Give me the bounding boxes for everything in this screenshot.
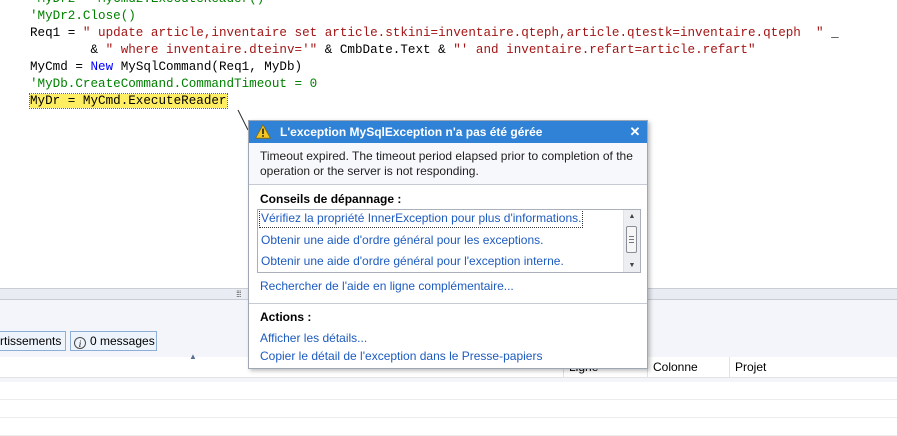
code-token: "' and inventaire.refart=article.refart": [453, 43, 756, 57]
code-token: 'MyDr2.Close(): [30, 9, 136, 23]
info-icon: i: [74, 337, 86, 349]
exception-assistant-popup: L'exception MySqlException n'a pas été g…: [248, 120, 648, 369]
code-line[interactable]: 'MyDr2.Close(): [30, 8, 136, 25]
code-line[interactable]: MyCmd = New MySqlCommand(Req1, MyDb): [30, 59, 302, 76]
exception-message: Timeout expired. The timeout period elap…: [249, 143, 647, 185]
column-header-column-label: Colonne: [653, 360, 698, 374]
code-token: " where inventaire.dteinv='": [105, 43, 318, 57]
scrollbar-thumb[interactable]: [626, 226, 637, 253]
warnings-filter-label: rtissements: [0, 334, 62, 348]
tip-link-general-help[interactable]: Obtenir une aide d'ordre général pour le…: [261, 231, 543, 249]
code-token: MyCmd =: [30, 60, 91, 74]
copy-exception-detail-link[interactable]: Copier le détail de l'exception dans le …: [260, 349, 542, 363]
messages-filter-label: 0 messages: [90, 334, 155, 348]
exception-title-bar: L'exception MySqlException n'a pas été g…: [249, 121, 647, 143]
troubleshooting-tips-list: Vérifiez la propriété InnerException pou…: [257, 209, 641, 273]
column-header-project[interactable]: Projet: [729, 357, 895, 377]
close-icon[interactable]: ✕: [628, 121, 642, 143]
code-token: 'MyDb.CreateCommand.CommandTimeout = 0: [30, 77, 318, 91]
scroll-up-icon[interactable]: ▲: [624, 210, 640, 223]
code-token: 'MyDr2 = MyCmd2.ExecuteReader(): [30, 0, 264, 6]
tip-link-inner-exception[interactable]: Vérifiez la propriété InnerException pou…: [258, 210, 584, 228]
highlighted-statement: MyDr = MyCmd.ExecuteReader: [29, 93, 228, 109]
tip-link-inner-exception-help[interactable]: Obtenir une aide d'ordre général pour l'…: [261, 252, 564, 270]
scroll-down-icon[interactable]: ▼: [624, 259, 640, 272]
current-statement-line[interactable]: MyDr = MyCmd.ExecuteReader: [29, 93, 228, 110]
code-token: MySqlCommand(Req1, MyDb): [113, 60, 303, 74]
code-token: New: [90, 60, 114, 74]
code-line[interactable]: 'MyDr2 = MyCmd2.ExecuteReader(): [30, 0, 264, 8]
actions-heading: Actions :: [260, 310, 312, 324]
messages-filter-button[interactable]: i 0 messages: [70, 331, 157, 351]
code-token: &: [30, 43, 106, 57]
warning-icon: [255, 124, 271, 139]
troubleshooting-tips-heading: Conseils de dépannage :: [260, 192, 402, 206]
code-token: " update article,inventaire set article.…: [82, 26, 824, 40]
splitter-grip-icon[interactable]: ⁞⁞⁞: [236, 290, 241, 299]
code-line[interactable]: & " where inventaire.dteinv='" & CmbDate…: [30, 42, 756, 59]
section-divider: [249, 303, 647, 304]
code-token: & CmbDate.Text &: [317, 43, 454, 57]
code-line[interactable]: 'MyDb.CreateCommand.CommandTimeout = 0: [30, 76, 317, 93]
column-header-column[interactable]: Colonne: [647, 357, 729, 377]
code-token: _: [823, 26, 839, 40]
exception-title: L'exception MySqlException n'a pas été g…: [280, 125, 543, 139]
code-token: Req1 =: [30, 26, 83, 40]
online-help-link[interactable]: Rechercher de l'aide en ligne complément…: [260, 279, 514, 293]
code-line[interactable]: Req1 = " update article,inventaire set a…: [30, 25, 839, 42]
warnings-filter-button[interactable]: rtissements: [0, 331, 66, 351]
row-divider: [0, 399, 897, 400]
sort-ascending-icon: ▲: [189, 352, 197, 361]
error-list-rows: [0, 382, 897, 436]
view-details-link[interactable]: Afficher les détails...: [260, 331, 367, 345]
column-header-project-label: Projet: [735, 360, 767, 374]
row-divider: [0, 417, 897, 418]
tips-scrollbar[interactable]: ▲ ▼: [623, 210, 640, 272]
